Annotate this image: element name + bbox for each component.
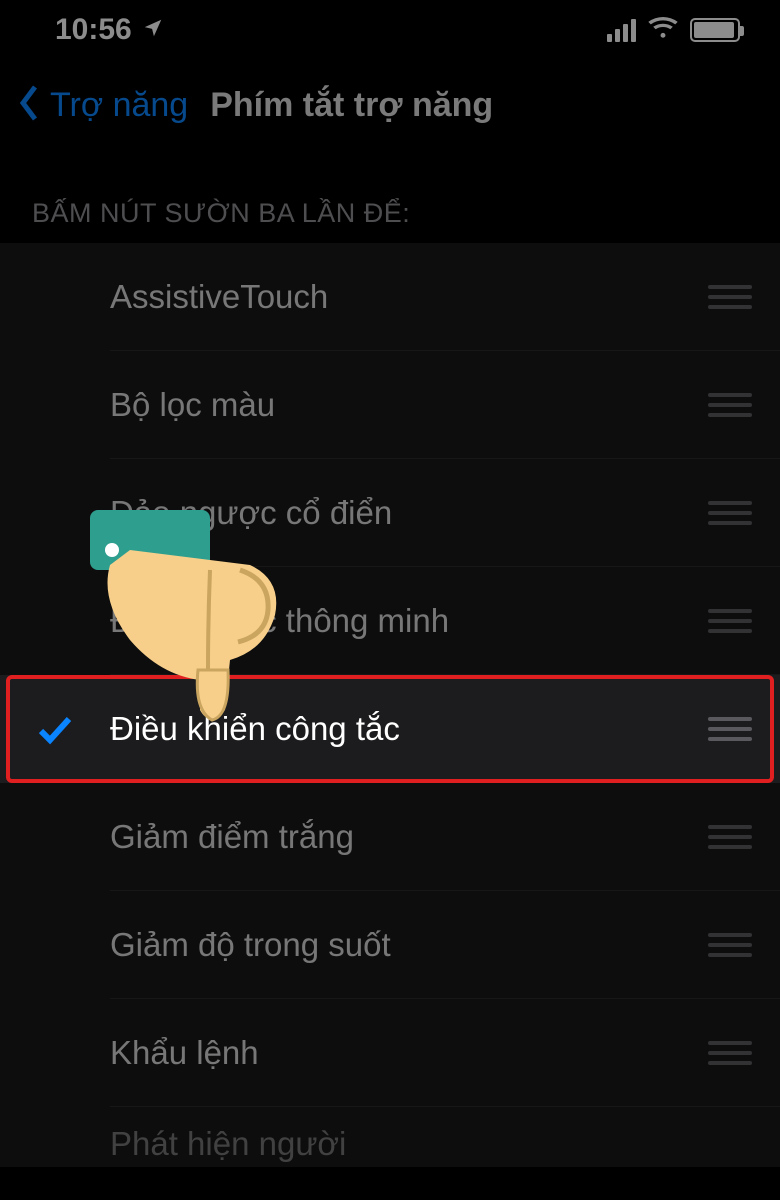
status-left: 10:56 xyxy=(55,13,164,47)
list-item[interactable]: Khẩu lệnh xyxy=(0,999,780,1107)
drag-handle-icon[interactable] xyxy=(702,933,752,957)
list-item[interactable]: Phát hiện người xyxy=(0,1107,780,1167)
list-item-label: Đảo ngược cổ điển xyxy=(110,494,702,532)
list-item[interactable]: Giảm độ trong suốt xyxy=(0,891,780,999)
list-item[interactable]: AssistiveTouch xyxy=(0,243,780,351)
status-bar: 10:56 xyxy=(0,0,780,60)
list-item[interactable]: Điều khiển công tắc xyxy=(0,675,780,783)
checkmark-slot xyxy=(0,709,110,749)
list-item-label: Giảm độ trong suốt xyxy=(110,926,702,964)
list-item-label: Đảo ngược thông minh xyxy=(110,602,702,640)
list-item[interactable]: Đảo ngược thông minh xyxy=(0,567,780,675)
drag-handle-icon[interactable] xyxy=(702,501,752,525)
cellular-signal-icon xyxy=(607,19,636,42)
list-item-label: Phát hiện người xyxy=(110,1125,752,1163)
drag-handle-icon[interactable] xyxy=(702,285,752,309)
list-item[interactable]: Đảo ngược cổ điển xyxy=(0,459,780,567)
battery-icon xyxy=(690,18,740,42)
clock: 10:56 xyxy=(55,13,132,47)
list-item-label: Điều khiển công tắc xyxy=(110,710,702,748)
nav-bar: Trợ năng Phím tắt trợ năng xyxy=(0,60,780,150)
checkmark-icon xyxy=(35,709,75,749)
status-right xyxy=(607,13,740,47)
list-item-label: Khẩu lệnh xyxy=(110,1034,702,1072)
back-button[interactable]: Trợ năng xyxy=(50,86,188,125)
shortcut-list: AssistiveTouch Bộ lọc màu Đảo ngược cổ đ… xyxy=(0,243,780,1167)
list-item[interactable]: Giảm điểm trắng xyxy=(0,783,780,891)
screen: 10:56 Trợ năng Phím tắt trợ năng BẤM NÚT… xyxy=(0,0,780,1200)
highlighted-row-wrap: Điều khiển công tắc xyxy=(0,675,780,783)
location-icon xyxy=(142,13,164,47)
list-item-label: AssistiveTouch xyxy=(110,278,702,316)
drag-handle-icon[interactable] xyxy=(702,825,752,849)
back-chevron-icon[interactable] xyxy=(16,83,42,128)
wifi-icon xyxy=(648,13,678,47)
drag-handle-icon[interactable] xyxy=(702,609,752,633)
list-item-label: Giảm điểm trắng xyxy=(110,818,702,856)
drag-handle-icon[interactable] xyxy=(702,1041,752,1065)
list-item-label: Bộ lọc màu xyxy=(110,386,702,424)
list-item[interactable]: Bộ lọc màu xyxy=(0,351,780,459)
drag-handle-icon[interactable] xyxy=(702,393,752,417)
page-title: Phím tắt trợ năng xyxy=(210,86,493,125)
section-header: BẤM NÚT SƯỜN BA LẦN ĐỂ: xyxy=(0,150,780,243)
drag-handle-icon[interactable] xyxy=(702,717,752,741)
